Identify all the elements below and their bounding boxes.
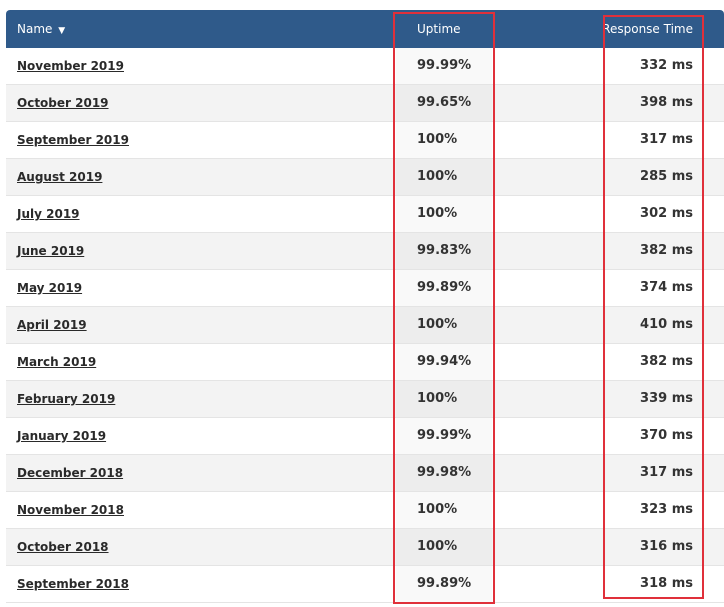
response-time-value: 317 ms (640, 132, 693, 147)
table-row: February 2019 100% 339 ms (6, 381, 724, 418)
uptime-value: 100% (417, 502, 458, 517)
column-header-name[interactable]: Name ▼ (17, 10, 65, 48)
column-header-uptime[interactable]: Uptime (417, 10, 461, 48)
uptime-value: 100% (417, 539, 458, 554)
month-link[interactable]: June 2019 (17, 233, 84, 269)
table-row: November 2019 99.99% 332 ms (6, 48, 724, 85)
response-time-value: 374 ms (640, 280, 693, 295)
uptime-value: 99.89% (417, 576, 472, 591)
table-header: Name ▼ Uptime Response Time (6, 10, 724, 48)
uptime-value: 100% (417, 317, 458, 332)
table-row: May 2019 99.89% 374 ms (6, 270, 724, 307)
uptime-value: 99.89% (417, 280, 472, 295)
uptime-value: 99.99% (417, 428, 472, 443)
month-link[interactable]: September 2019 (17, 122, 129, 158)
month-link[interactable]: May 2019 (17, 270, 82, 306)
response-time-value: 382 ms (640, 243, 693, 258)
response-time-value: 323 ms (640, 502, 693, 517)
uptime-value: 100% (417, 391, 458, 406)
sort-down-icon: ▼ (58, 26, 66, 36)
response-time-value: 339 ms (640, 391, 693, 406)
month-link[interactable]: October 2018 (17, 529, 109, 565)
uptime-value: 99.83% (417, 243, 472, 258)
table-row: August 2019 100% 285 ms (6, 159, 724, 196)
month-link[interactable]: December 2018 (17, 455, 123, 491)
uptime-value: 100% (417, 206, 458, 221)
response-time-value: 398 ms (640, 95, 693, 110)
table-row: April 2019 100% 410 ms (6, 307, 724, 344)
table-row: March 2019 99.94% 382 ms (6, 344, 724, 381)
month-link[interactable]: October 2019 (17, 85, 109, 121)
table-row: September 2018 99.89% 318 ms (6, 566, 724, 603)
uptime-value: 100% (417, 132, 458, 147)
column-header-response-time[interactable]: Response Time (602, 10, 693, 48)
response-time-value: 410 ms (640, 317, 693, 332)
response-time-value: 285 ms (640, 169, 693, 184)
table-row: July 2019 100% 302 ms (6, 196, 724, 233)
table-row: June 2019 99.83% 382 ms (6, 233, 724, 270)
table-row: October 2018 100% 316 ms (6, 529, 724, 566)
response-time-value: 332 ms (640, 58, 693, 73)
uptime-value: 99.98% (417, 465, 472, 480)
response-time-value: 317 ms (640, 465, 693, 480)
column-header-name-label: Name (17, 22, 53, 36)
uptime-table: Name ▼ Uptime Response Time November 201… (6, 10, 724, 603)
response-time-value: 382 ms (640, 354, 693, 369)
response-time-value: 318 ms (640, 576, 693, 591)
table-row: September 2019 100% 317 ms (6, 122, 724, 159)
month-link[interactable]: February 2019 (17, 381, 115, 417)
response-time-value: 370 ms (640, 428, 693, 443)
uptime-value: 99.99% (417, 58, 472, 73)
table-row: January 2019 99.99% 370 ms (6, 418, 724, 455)
response-time-value: 302 ms (640, 206, 693, 221)
month-link[interactable]: November 2018 (17, 492, 124, 528)
month-link[interactable]: November 2019 (17, 48, 124, 84)
uptime-value: 99.94% (417, 354, 472, 369)
table-body: November 2019 99.99% 332 ms October 2019 99.… (6, 48, 724, 603)
month-link[interactable]: September 2018 (17, 566, 129, 602)
month-link[interactable]: July 2019 (17, 196, 80, 232)
table-row: October 2019 99.65% 398 ms (6, 85, 724, 122)
month-link[interactable]: March 2019 (17, 344, 96, 380)
table-row: December 2018 99.98% 317 ms (6, 455, 724, 492)
response-time-value: 316 ms (640, 539, 693, 554)
month-link[interactable]: January 2019 (17, 418, 106, 454)
month-link[interactable]: August 2019 (17, 159, 102, 195)
table-row: November 2018 100% 323 ms (6, 492, 724, 529)
uptime-value: 99.65% (417, 95, 472, 110)
month-link[interactable]: April 2019 (17, 307, 87, 343)
uptime-value: 100% (417, 169, 458, 184)
